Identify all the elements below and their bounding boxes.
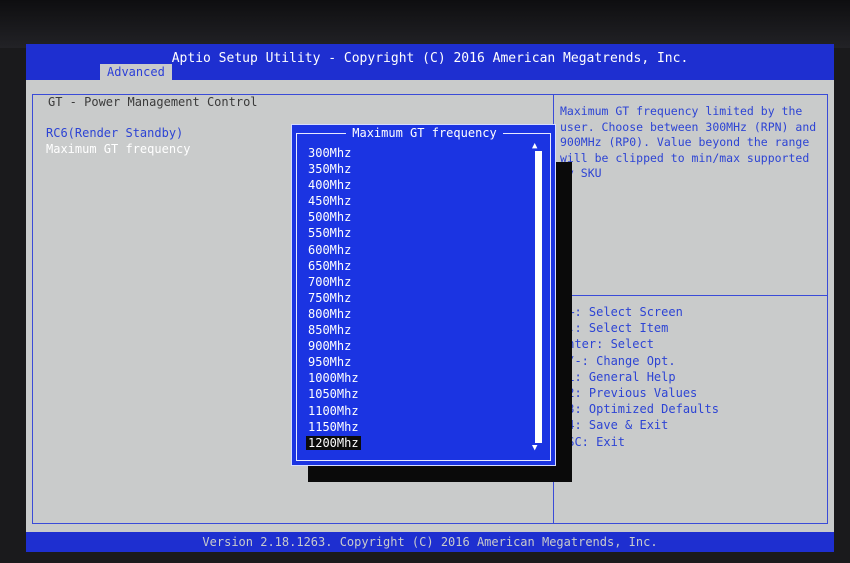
key-hint: F4: Save & Exit [560, 418, 669, 433]
option-label: 1200Mhz [306, 435, 361, 450]
key-hint: +/-: Change Opt. [560, 353, 676, 368]
option-label: 300Mhz [308, 146, 352, 160]
option-label: 1050Mhz [308, 387, 359, 402]
footer-bar: Version 2.18.1263. Copyright (C) 2016 Am… [26, 532, 834, 552]
key-hint: →←: Select Screen [560, 305, 683, 319]
popup-title-text: Maximum GT frequency [346, 126, 503, 140]
frequency-option[interactable]: 800Mhz [306, 306, 536, 322]
option-label: 750Mhz [308, 290, 352, 305]
option-label: 1000Mhz [308, 371, 359, 386]
popup-scrollbar[interactable] [535, 151, 542, 443]
option-label: 450Mhz [308, 194, 352, 209]
bios-screen: Aptio Setup Utility - Copyright (C) 2016… [26, 44, 834, 552]
option-label: 500Mhz [308, 210, 352, 225]
frequency-option[interactable]: 700Mhz [306, 274, 536, 290]
option-label: 700Mhz [308, 274, 352, 289]
option-label: 400Mhz [308, 178, 352, 193]
frequency-option[interactable]: 1150Mhz [306, 419, 536, 435]
scroll-down-arrow-icon[interactable]: ▼ [532, 443, 537, 453]
frequency-option[interactable]: 900Mhz [306, 338, 536, 354]
menu-item-rc6[interactable]: RC6(Render Standby) [46, 126, 183, 140]
scroll-up-arrow-icon[interactable]: ▲ [532, 141, 537, 151]
version-text: Version 2.18.1263. Copyright (C) 2016 Am… [202, 535, 658, 549]
header-bar: Aptio Setup Utility - Copyright (C) 2016… [26, 44, 834, 80]
menu-item-max-gt-frequency[interactable]: Maximum GT frequency [46, 142, 191, 156]
frequency-option[interactable]: 300Mhz [306, 145, 536, 161]
option-label: 800Mhz [308, 306, 352, 321]
frequency-option[interactable]: 1100Mhz [306, 403, 536, 419]
frequency-popup: Maximum GT frequency 300Mhz 350Mhz 400Mh… [291, 124, 556, 466]
popup-title: Maximum GT frequency [292, 126, 557, 140]
key-hint: Enter: Select [560, 337, 654, 352]
option-label: 600Mhz [308, 242, 352, 257]
option-label: 1150Mhz [308, 419, 359, 434]
key-hint: F3: Optimized Defaults [560, 402, 719, 417]
frequency-option[interactable]: 400Mhz [306, 177, 536, 193]
tab-advanced[interactable]: Advanced [100, 64, 172, 80]
frequency-option[interactable]: 450Mhz [306, 193, 536, 209]
frequency-option[interactable]: 1050Mhz [306, 386, 536, 402]
frequency-option[interactable]: 950Mhz [306, 354, 536, 370]
section-title: GT - Power Management Control [48, 95, 258, 109]
frequency-option[interactable]: 550Mhz [306, 225, 536, 241]
key-hint: ESC: Exit [560, 434, 626, 449]
option-label: 350Mhz [308, 162, 352, 177]
key-hint: F1: General Help [560, 369, 676, 384]
option-label: 1100Mhz [308, 403, 359, 418]
option-label: 950Mhz [308, 355, 352, 370]
option-label: 900Mhz [308, 339, 352, 354]
frequency-option[interactable]: 350Mhz [306, 161, 536, 177]
frequency-option[interactable]: 850Mhz [306, 322, 536, 338]
help-text: Maximum GT frequency limited by the user… [560, 104, 817, 180]
key-hint: ↑↓: Select Item [560, 321, 669, 336]
option-label: 550Mhz [308, 226, 352, 241]
option-label: 850Mhz [308, 323, 352, 338]
frequency-options-list: 300Mhz 350Mhz 400Mhz 450Mhz 500Mhz 550Mh… [306, 145, 536, 451]
frequency-option-selected[interactable]: 1200Mhz [306, 435, 536, 451]
frequency-option[interactable]: 650Mhz [306, 258, 536, 274]
option-label: 650Mhz [308, 258, 352, 273]
frequency-option[interactable]: 750Mhz [306, 290, 536, 306]
key-legend: →←: Select Screen ↑↓: Select Item Enter:… [560, 304, 822, 450]
help-divider [553, 295, 828, 296]
frequency-option[interactable]: 1000Mhz [306, 370, 536, 386]
frequency-option[interactable]: 500Mhz [306, 209, 536, 225]
monitor-bezel [0, 0, 850, 48]
frequency-option[interactable]: 600Mhz [306, 242, 536, 258]
key-hint: F2: Previous Values [560, 386, 698, 401]
